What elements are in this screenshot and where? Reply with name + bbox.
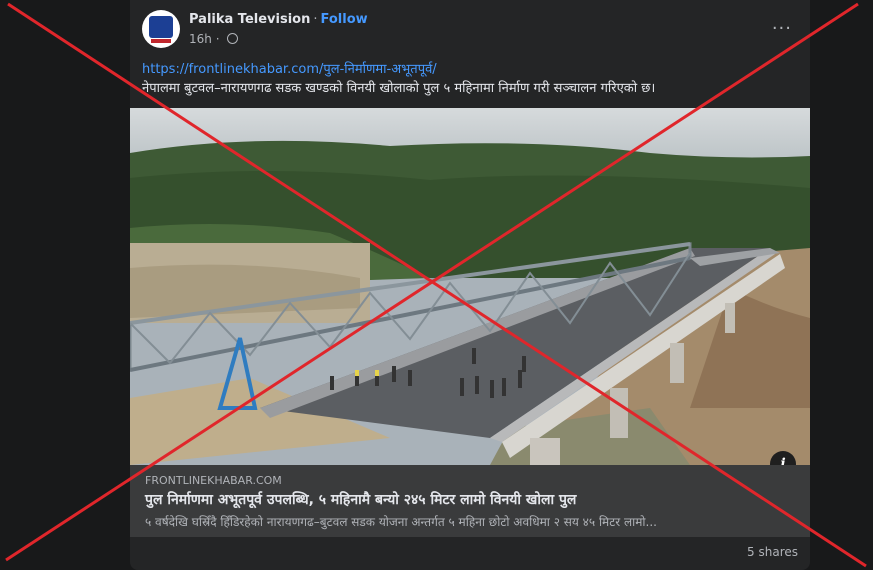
author-name[interactable]: Palika Television [189,12,310,27]
globe-icon [227,33,239,44]
logo-bar [151,39,171,43]
post-header: Palika Television · Follow 16h · ··· [142,10,798,50]
post-body: नेपालमा बुटवल–नारायणगढ सडक खण्डको विनयी … [142,81,656,96]
logo-mark [149,16,173,38]
bridge-photo[interactable]: i [130,108,810,465]
preview-domain: FRONTLINEKHABAR.COM [145,474,282,487]
bridge-photo-illustration [130,108,810,465]
dot-separator: · [211,32,224,46]
preview-description: ५ वर्षदेखि घस्रिँदै हिँडिरहेको नारायणगढ–… [145,515,657,529]
separator-dot: · [313,12,318,27]
link-preview[interactable]: FRONTLINEKHABAR.COM पुल निर्माणमा अभूतपू… [130,465,810,537]
author-line: Palika Television · Follow [189,12,368,27]
more-options-icon[interactable]: ··· [772,18,792,39]
preview-title[interactable]: पुल निर्माणमा अभूतपूर्व उपलब्धि, ५ महिना… [145,490,576,509]
follow-button[interactable]: Follow [321,12,368,27]
post-meta: 16h · [189,32,239,46]
page-avatar[interactable] [142,10,180,48]
facebook-post-card: Palika Television · Follow 16h · ··· https… [130,0,810,570]
post-time[interactable]: 16h [189,32,212,46]
shares-count[interactable]: 5 shares [747,545,798,559]
post-link[interactable]: https://frontlinekhabar.com/पुल-निर्माणम… [142,59,437,77]
